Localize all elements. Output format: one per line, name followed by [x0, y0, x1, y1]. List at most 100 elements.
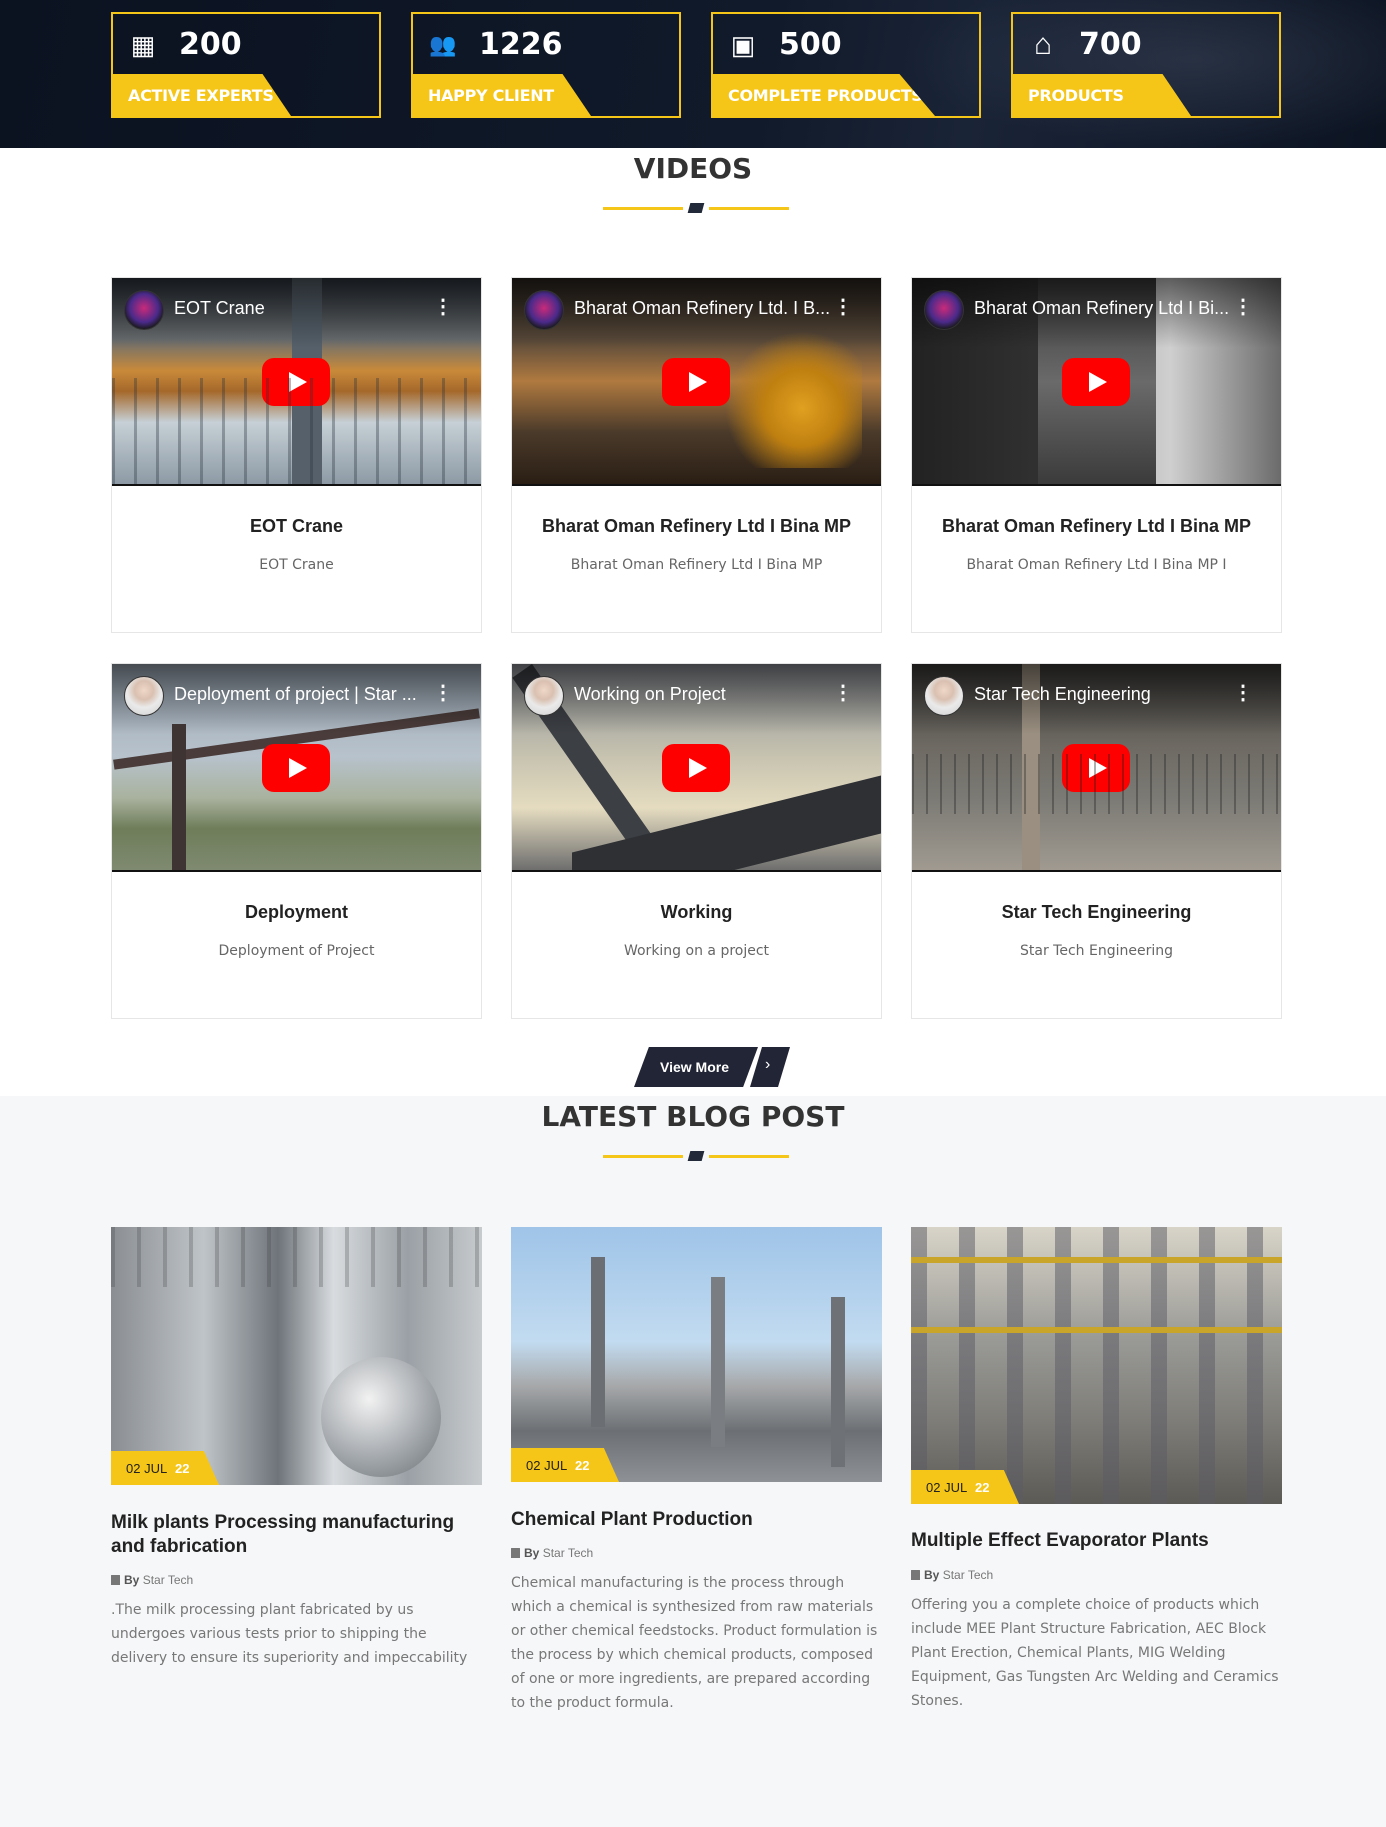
video-embed[interactable]: Star Tech Engineering ⋮: [912, 664, 1281, 872]
video-embed[interactable]: Bharat Oman Refinery Ltd I Bi... ⋮: [912, 278, 1281, 486]
stat-active-experts: ▦ 200 ACTIVE EXPERTS: [111, 12, 381, 118]
heading-divider: [603, 1151, 789, 1161]
play-button-icon[interactable]: [662, 744, 730, 792]
stat-label-tag: ACTIVE EXPERTS: [113, 74, 291, 116]
user-icon: [911, 1570, 920, 1580]
video-card-title: Working: [660, 902, 733, 922]
post-year: 22: [975, 1480, 990, 1495]
stat-label-tag: PRODUCTS: [1013, 74, 1191, 116]
video-card: Star Tech Engineering ⋮ Star Tech Engine…: [911, 663, 1282, 1019]
stat-label: HAPPY CLIENT: [428, 86, 554, 105]
video-embed-title[interactable]: Bharat Oman Refinery Ltd. I B...: [574, 298, 834, 319]
play-button-icon[interactable]: [1062, 744, 1130, 792]
play-button-icon[interactable]: [262, 744, 330, 792]
video-embed-title[interactable]: Bharat Oman Refinery Ltd I Bi...: [974, 298, 1234, 319]
blog-post-title[interactable]: Chemical Plant Production: [511, 1508, 882, 1532]
stat-value: 500: [779, 27, 842, 62]
post-date: 02 JUL: [126, 1461, 168, 1476]
more-options-icon[interactable]: ⋮: [833, 296, 853, 318]
more-options-icon[interactable]: ⋮: [1233, 296, 1253, 318]
blog-post-image[interactable]: 02 JUL 22: [111, 1227, 482, 1485]
blog-post-image[interactable]: 02 JUL 22: [511, 1227, 882, 1482]
view-more-label-box[interactable]: View More: [634, 1047, 758, 1087]
video-embed-title[interactable]: Star Tech Engineering: [974, 684, 1234, 705]
stat-label-tag: COMPLETE PRODUCTS: [713, 74, 935, 116]
video-card: Deployment of project | Star ... ⋮ Deplo…: [111, 663, 482, 1019]
channel-avatar[interactable]: [124, 290, 164, 330]
channel-avatar[interactable]: [524, 290, 564, 330]
stat-label-tag: HAPPY CLIENT: [413, 74, 591, 116]
stat-value: 200: [179, 27, 242, 62]
video-card-title: Bharat Oman Refinery Ltd I Bina MP: [941, 516, 1252, 536]
more-options-icon[interactable]: ⋮: [433, 682, 453, 704]
stat-products: ⌂ 700 PRODUCTS: [1011, 12, 1281, 118]
stat-label: PRODUCTS: [1028, 86, 1124, 105]
blog-post-image[interactable]: 02 JUL 22: [911, 1227, 1282, 1504]
video-card-description: Star Tech Engineering: [1020, 943, 1173, 959]
more-options-icon[interactable]: ⋮: [433, 296, 453, 318]
stat-happy-client: 👥 1226 HAPPY CLIENT: [411, 12, 681, 118]
play-button-icon[interactable]: [1062, 358, 1130, 406]
stat-complete-products: ▣ 500 COMPLETE PRODUCTS: [711, 12, 981, 118]
blog-post-excerpt: .The milk processing plant fabricated by…: [111, 1602, 468, 1666]
post-date-badge: 02 JUL 22: [511, 1448, 619, 1482]
post-author: By Star Tech: [511, 1546, 593, 1560]
video-card-description: Working on a project: [623, 943, 770, 959]
video-card-title: Deployment: [244, 902, 349, 922]
user-icon: [111, 1575, 120, 1585]
blog-post-excerpt: Offering you a complete choice of produc…: [911, 1597, 1279, 1709]
video-embed-title[interactable]: Working on Project: [574, 684, 834, 705]
channel-avatar[interactable]: [924, 290, 964, 330]
users-icon: 👥: [429, 32, 457, 57]
video-embed[interactable]: Working on Project ⋮: [512, 664, 881, 872]
blog-post-title[interactable]: Multiple Effect Evaporator Plants: [911, 1529, 1282, 1553]
stat-value: 1226: [479, 27, 563, 62]
channel-avatar[interactable]: [524, 676, 564, 716]
stat-label: COMPLETE PRODUCTS: [728, 86, 923, 105]
blog-post-excerpt: Chemical manufacturing is the process th…: [511, 1575, 878, 1711]
video-embed[interactable]: Deployment of project | Star ... ⋮: [112, 664, 481, 872]
channel-avatar[interactable]: [924, 676, 964, 716]
more-options-icon[interactable]: ⋮: [1233, 682, 1253, 704]
play-button-icon[interactable]: [262, 358, 330, 406]
video-card: EOT Crane ⋮ EOT Crane EOT Crane: [111, 277, 482, 633]
video-embed[interactable]: EOT Crane ⋮: [112, 278, 481, 486]
user-icon: [511, 1548, 520, 1558]
play-button-icon[interactable]: [662, 358, 730, 406]
video-card-title: Bharat Oman Refinery Ltd I Bina MP: [541, 516, 852, 536]
home-icon: ⌂: [1033, 28, 1053, 61]
products-icon: ▣: [730, 30, 756, 60]
post-date-badge: 02 JUL 22: [111, 1451, 219, 1485]
video-card-description: EOT Crane: [259, 557, 334, 573]
building-icon: ▦: [130, 30, 156, 60]
more-options-icon[interactable]: ⋮: [833, 682, 853, 704]
view-more-button[interactable]: View More ›: [634, 1047, 790, 1087]
post-author: By Star Tech: [111, 1573, 193, 1587]
stats-band: ▦ 200 ACTIVE EXPERTS 👥 1226 HAPPY CLIENT…: [0, 0, 1386, 148]
post-year: 22: [175, 1461, 190, 1476]
video-card-description: Bharat Oman Refinery Ltd I Bina MP: [570, 557, 823, 573]
blog-post-title[interactable]: Milk plants Processing manufacturing and…: [111, 1511, 482, 1559]
channel-avatar[interactable]: [124, 676, 164, 716]
video-card: Working on Project ⋮ Working Working on …: [511, 663, 882, 1019]
post-date-badge: 02 JUL 22: [911, 1470, 1019, 1504]
video-card-title: EOT Crane: [249, 516, 344, 536]
view-more-label[interactable]: View More: [660, 1059, 729, 1075]
chevron-right-icon[interactable]: ›: [750, 1047, 790, 1087]
stat-value: 700: [1079, 27, 1142, 62]
post-author: By Star Tech: [911, 1568, 993, 1582]
video-card: Bharat Oman Refinery Ltd I Bi... ⋮ Bhara…: [911, 277, 1282, 633]
video-embed[interactable]: Bharat Oman Refinery Ltd. I B... ⋮: [512, 278, 881, 486]
videos-heading: VIDEOS: [633, 152, 753, 185]
video-card-description: Bharat Oman Refinery Ltd I Bina MP I: [966, 557, 1227, 573]
stat-label: ACTIVE EXPERTS: [128, 86, 274, 105]
video-embed-title[interactable]: Deployment of project | Star ...: [174, 684, 434, 705]
blog-heading: LATEST BLOG POST: [541, 1100, 845, 1133]
video-embed-title[interactable]: EOT Crane: [174, 298, 434, 319]
post-date: 02 JUL: [926, 1480, 968, 1495]
video-card: Bharat Oman Refinery Ltd. I B... ⋮ Bhara…: [511, 277, 882, 633]
post-date: 02 JUL: [526, 1458, 568, 1473]
post-year: 22: [575, 1458, 590, 1473]
heading-divider: [603, 203, 789, 213]
video-card-title: Star Tech Engineering: [1001, 902, 1192, 922]
